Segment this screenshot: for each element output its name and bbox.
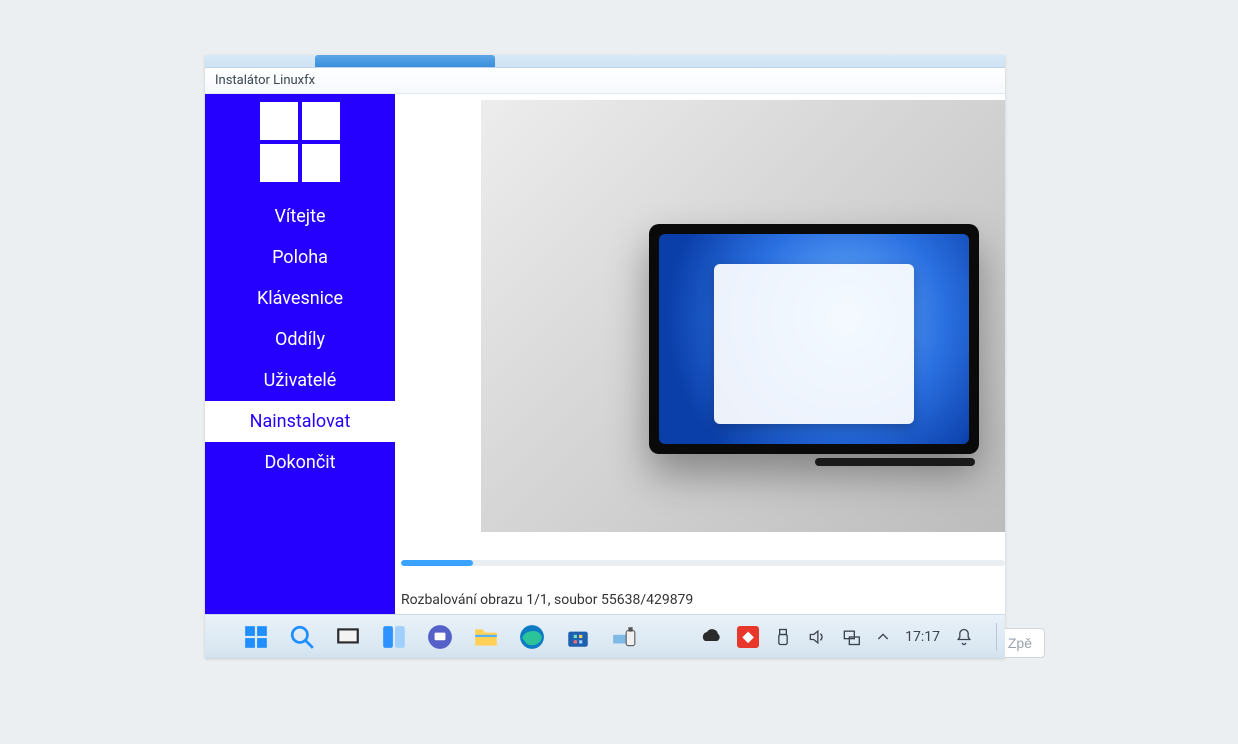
network-icon (841, 624, 861, 650)
windows-style-logo-icon (260, 102, 340, 182)
chat-button[interactable] (425, 622, 455, 652)
distro-logo (205, 94, 395, 196)
tray-overflow[interactable] (875, 622, 891, 652)
progress-fill (401, 560, 473, 566)
task-view-icon (335, 624, 361, 650)
step-keyboard[interactable]: Klávesnice (205, 278, 395, 319)
slideshow-image (481, 100, 1005, 532)
tray-notifications[interactable] (954, 622, 974, 652)
window-title: Instalátor Linuxfx (215, 73, 315, 88)
main-panel: Rozbalování obrazu 1/1, soubor 55638/429… (395, 94, 1005, 658)
tray-anydesk[interactable]: ◆ (737, 626, 759, 648)
store-button[interactable] (563, 622, 593, 652)
system-tray: ◆ 17:17 (699, 622, 997, 652)
usb-icon (773, 624, 793, 650)
search-icon (289, 624, 315, 650)
window-tab-strip (205, 55, 1005, 68)
installer-window: Instalátor Linuxfx Vítejte Poloha Kláves… (205, 55, 1005, 658)
chevron-up-icon (875, 624, 891, 650)
stylus (815, 458, 975, 466)
widgets-icon (381, 624, 407, 650)
back-button-label: Zpě (1008, 635, 1032, 651)
step-finish[interactable]: Dokončit (205, 442, 395, 483)
task-view-button[interactable] (333, 622, 363, 652)
tray-cloud[interactable] (699, 625, 723, 649)
tray-volume[interactable] (807, 622, 827, 652)
taskbar: ◆ 17:17 (205, 614, 1005, 658)
volume-icon (807, 624, 827, 650)
step-partitions[interactable]: Oddíly (205, 319, 395, 360)
running-app-installer[interactable] (609, 622, 639, 652)
step-install[interactable]: Nainstalovat (205, 401, 395, 442)
widgets-button[interactable] (379, 622, 409, 652)
usb-drive-icon (611, 624, 637, 650)
clock[interactable]: 17:17 (905, 629, 940, 645)
start-button[interactable] (241, 622, 271, 652)
edge-browser-button[interactable] (517, 622, 547, 652)
folder-icon (473, 624, 499, 650)
search-button[interactable] (287, 622, 317, 652)
show-desktop-divider[interactable] (996, 623, 997, 651)
step-welcome[interactable]: Vítejte (205, 196, 395, 237)
progress-bar (401, 560, 1005, 566)
cloud-sync-icon (699, 624, 723, 650)
store-icon (565, 624, 591, 650)
taskbar-pinned-apps (213, 622, 639, 652)
bell-icon (954, 624, 974, 650)
titlebar: Instalátor Linuxfx (205, 68, 1005, 94)
step-users[interactable]: Uživatelé (205, 360, 395, 401)
tablet-screen (659, 234, 969, 444)
content-area: Vítejte Poloha Klávesnice Oddíly Uživate… (205, 94, 1005, 658)
chat-icon (427, 624, 453, 650)
file-explorer-button[interactable] (471, 622, 501, 652)
edge-icon (519, 624, 545, 650)
step-location[interactable]: Poloha (205, 237, 395, 278)
tray-network[interactable] (841, 622, 861, 652)
tray-usb[interactable] (773, 622, 793, 652)
start-icon (243, 624, 269, 650)
sidebar: Vítejte Poloha Klávesnice Oddíly Uživate… (205, 94, 395, 658)
anydesk-icon: ◆ (743, 629, 754, 645)
